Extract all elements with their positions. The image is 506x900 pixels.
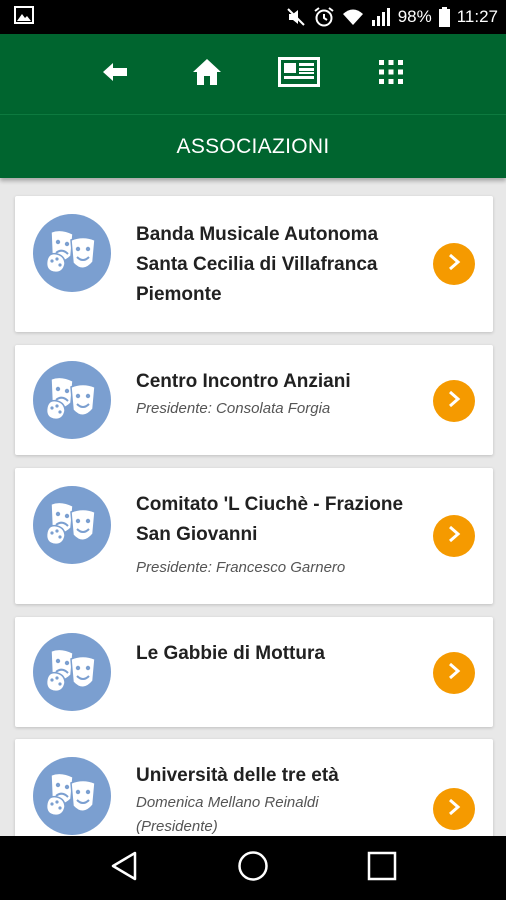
chevron-right-icon [447,253,461,276]
association-name: Centro Incontro Anziani [136,371,351,392]
wifi-icon [342,8,364,26]
chevron-right-icon [447,390,461,413]
association-card[interactable]: Centro Incontro Anziani Presidente: Cons… [15,345,493,455]
open-association-button[interactable] [433,243,475,285]
association-president: Presidente: Consolata Forgia [136,400,331,417]
theater-masks-icon [43,494,101,557]
apps-button[interactable] [345,44,437,104]
back-arrow-icon [101,61,129,88]
triangle-back-icon [110,851,138,886]
top-toolbar [0,34,506,114]
gallery-notification-icon [14,5,34,29]
status-bar: 98% 11:27 [0,0,506,34]
open-association-button[interactable] [433,652,475,694]
association-text: Centro Incontro Anziani Presidente: Cons… [136,367,426,421]
nav-back-button[interactable] [94,843,154,893]
home-icon [192,58,222,91]
association-text: Banda Musicale Autonoma Santa Cecilia di… [136,220,426,310]
association-president: Presidente: Francesco Garnero [136,559,346,576]
open-association-button[interactable] [433,788,475,830]
page-title-bar: ASSOCIAZIONI [0,114,506,178]
apps-grid-icon [378,59,404,90]
page-title: ASSOCIAZIONI [176,134,330,158]
theater-masks-icon [43,222,101,285]
alarm-icon [313,6,335,28]
square-recents-icon [367,851,397,886]
open-association-button[interactable] [433,515,475,557]
association-avatar [33,214,111,292]
home-button[interactable] [161,44,253,104]
chevron-right-icon [447,798,461,821]
association-name: Le Gabbie di Mottura [136,643,325,664]
association-name: Comitato 'L Ciuchè - Frazione San Giovan… [136,494,404,545]
system-navigation-bar [0,836,506,900]
association-name: Banda Musicale Autonoma Santa Cecilia di… [136,224,379,305]
association-avatar [33,757,111,835]
association-avatar [33,361,111,439]
circle-home-icon [237,850,269,887]
association-avatar [33,633,111,711]
battery-level: 98% [397,7,432,26]
association-president-role: (Presidente) [136,818,218,835]
news-button[interactable] [253,44,345,104]
association-text: Università delle tre età Domenica Mellan… [136,761,426,836]
mute-icon [286,7,306,27]
chevron-right-icon [447,662,461,685]
battery-icon [438,7,450,27]
back-button[interactable] [69,44,161,104]
association-card[interactable]: Le Gabbie di Mottura [15,617,493,727]
association-avatar [33,486,111,564]
association-text: Comitato 'L Ciuchè - Frazione San Giovan… [136,490,426,580]
theater-masks-icon [43,369,101,432]
association-card[interactable]: Comitato 'L Ciuchè - Frazione San Giovan… [15,468,493,604]
association-name: Università delle tre età [136,765,339,786]
open-association-button[interactable] [433,380,475,422]
association-card[interactable]: Banda Musicale Autonoma Santa Cecilia di… [15,196,493,332]
nav-recents-button[interactable] [352,843,412,893]
signal-icon [371,8,391,26]
theater-masks-icon [43,765,101,828]
association-list[interactable]: Banda Musicale Autonoma Santa Cecilia di… [0,178,506,836]
association-card[interactable]: Università delle tre età Domenica Mellan… [15,739,493,836]
association-president: Domenica Mellano Reinaldi [136,794,319,811]
theater-masks-icon [43,641,101,704]
newspaper-icon [278,56,320,92]
chevron-right-icon [447,525,461,548]
association-text: Le Gabbie di Mottura [136,639,426,669]
nav-home-button[interactable] [223,843,283,893]
clock: 11:27 [456,7,498,26]
